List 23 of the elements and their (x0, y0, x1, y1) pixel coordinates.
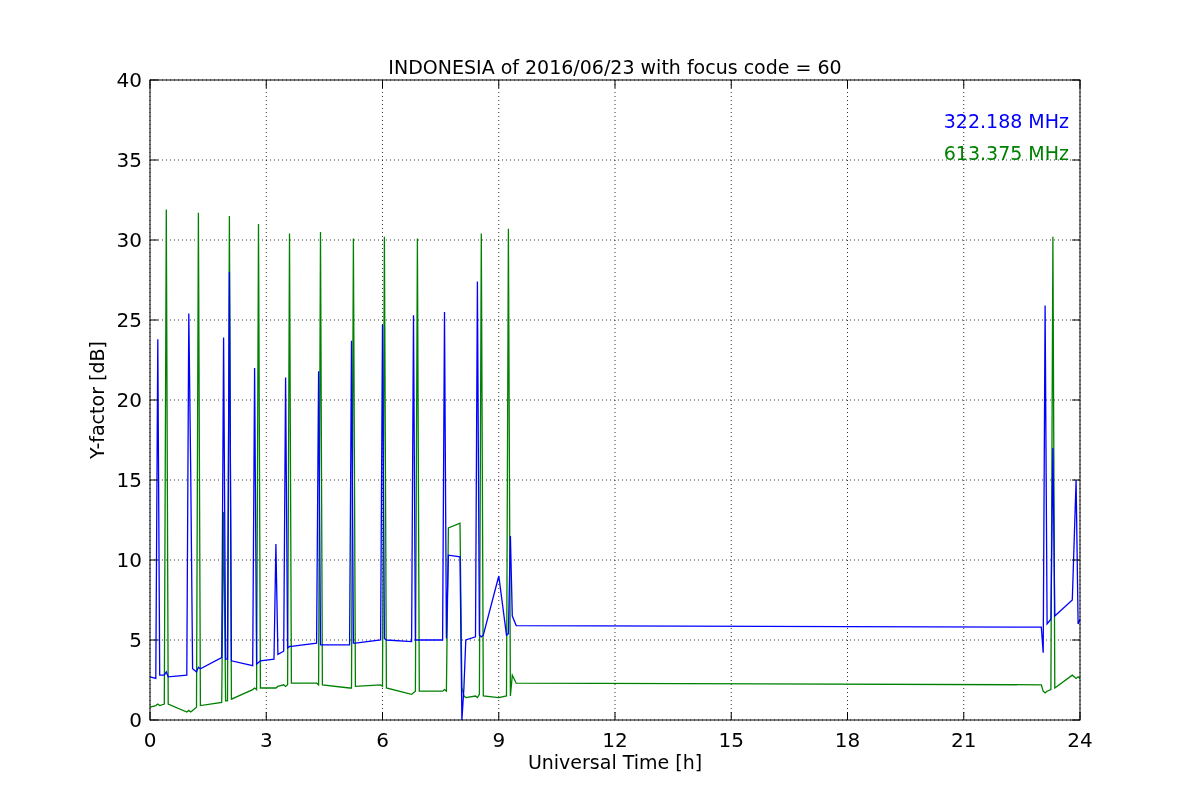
tick-label: 6 (376, 728, 389, 752)
tick-label: 15 (116, 468, 142, 492)
tick-label: 9 (492, 728, 506, 752)
tick-label: 12 (602, 728, 628, 752)
tick-label: 35 (116, 148, 142, 172)
legend-label: 322.188 MHz (943, 110, 1069, 132)
tick-label: 20 (116, 388, 142, 412)
axis-label: Y-factor [dB] (86, 341, 108, 459)
axis-label: Universal Time [h] (527, 751, 703, 773)
tick-label: 21 (951, 728, 977, 752)
tick-label: 3 (259, 728, 273, 752)
tick-label: 18 (834, 728, 861, 752)
tick-label: 30 (116, 228, 142, 252)
legend-label: 613.375 MHz (943, 142, 1069, 164)
tick-label: 25 (116, 308, 142, 332)
tick-label: 0 (129, 708, 142, 732)
tick-label: 0 (143, 728, 157, 752)
tick-label: 15 (718, 728, 744, 752)
tick-label: 10 (116, 548, 142, 572)
tick-label: 40 (116, 68, 142, 92)
tick-label: 24 (1067, 728, 1093, 752)
tick-label: 5 (129, 628, 142, 652)
chart-title: INDONESIA of 2016/06/23 with focus code = 60 (388, 56, 842, 78)
